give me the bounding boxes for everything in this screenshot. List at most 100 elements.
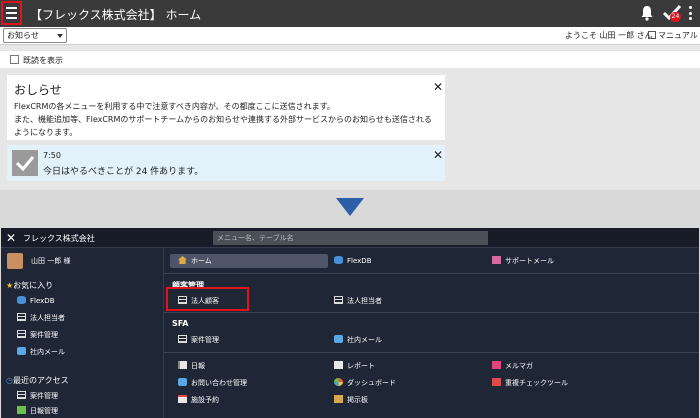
favorite-label: FlexDB (30, 297, 55, 305)
menu-item-label: 案件管理 (191, 336, 219, 344)
sub-toolbar: お知らせ ようこそ 山田 一郎 さん マニュアル (0, 27, 700, 45)
menu-search-input[interactable]: メニュー名、テーブル名 (213, 231, 488, 245)
arrow-down-icon (336, 198, 364, 216)
todo-time: 7:50 (43, 151, 61, 160)
menu-item-board[interactable]: 掲示板 (334, 393, 368, 407)
todo-message: 今日はやるべきことが 24 件あります。 (43, 167, 204, 177)
bell-icon[interactable] (640, 5, 654, 21)
menu-item-internal-mail[interactable]: 社内メール (334, 333, 382, 347)
app-bar: 【フレックス株式会社】 ホーム 24 (0, 0, 700, 27)
mail-icon (492, 256, 501, 264)
menu-item-label: FlexDB (347, 257, 372, 265)
menu-item-label: 社内メール (347, 336, 382, 344)
menu-close-icon[interactable]: ✕ (6, 231, 16, 245)
duplicate-check-icon (492, 378, 501, 386)
menu-item-label: 法人顧客 (191, 297, 219, 305)
notice-line-2: また、機能追加等、FlexCRMのサポートチームからのお知らせや連携する外部サー… (14, 115, 432, 137)
menu-divider (164, 273, 699, 274)
section-sfa-title: SFA (172, 319, 189, 328)
notice-line-1: FlexCRMの各メニューを利用する中で注意すべき内容が、その都度ここに送信され… (14, 102, 335, 111)
avatar (7, 253, 23, 269)
report-icon (17, 406, 26, 414)
menu-left-column: 山田 一郎 様 ★お気に入り FlexDB 法人担当者 案件管理 社内メール ◷… (1, 248, 164, 418)
menu-item-label: 掲示板 (347, 396, 368, 404)
notice-close-icon[interactable]: ✕ (433, 81, 443, 93)
menu-item-label: レポート (347, 362, 375, 370)
menu-item-label: 日報 (191, 362, 205, 370)
check-icon (12, 150, 38, 176)
menu-item-inquiry[interactable]: お問い合わせ管理 (178, 376, 247, 390)
favorite-item-flexdb[interactable]: FlexDB (1, 294, 164, 308)
bulletin-board-icon (334, 395, 343, 403)
database-icon (17, 296, 26, 304)
manual-label: マニュアル (658, 31, 698, 40)
menu-item-label: ダッシュボード (347, 379, 396, 387)
table-icon (17, 313, 26, 321)
menu-divider (164, 352, 699, 353)
report-icon (334, 361, 343, 369)
favorite-item-corp-contact[interactable]: 法人担当者 (1, 311, 164, 325)
todo-count-badge: 24 (670, 12, 681, 22)
notice-body: FlexCRMの各メニューを利用する中で注意すべき内容が、その都度ここに送信され… (14, 100, 434, 139)
read-toggle-bar: 既読を表示 (0, 51, 700, 68)
show-read-checkbox[interactable] (10, 55, 19, 64)
document-icon (178, 361, 187, 369)
clock-icon: ◷ (6, 376, 13, 385)
menu-item-support-mail[interactable]: サポートメール (492, 254, 554, 268)
favorites-title-label: お気に入り (13, 281, 54, 290)
menu-item-report[interactable]: レポート (334, 359, 375, 373)
menu-right-column: ホーム FlexDB サポートメール 顧客管理 法人顧客 法人担当者 SFA 案… (164, 248, 699, 418)
favorite-item-deals[interactable]: 案件管理 (1, 328, 164, 342)
menu-item-mail-magazine[interactable]: メルマガ (492, 359, 533, 373)
menu-item-label: ホーム (191, 257, 212, 265)
table-icon (17, 391, 26, 399)
favorite-label: 法人担当者 (30, 314, 65, 322)
menu-header: ✕ フレックス株式会社 メニュー名、テーブル名 (1, 228, 699, 248)
menu-item-facility[interactable]: 施設予約 (178, 393, 219, 407)
favorite-label: 案件管理 (30, 331, 58, 339)
menu-item-corp-contact[interactable]: 法人担当者 (334, 294, 382, 308)
home-screen: 【フレックス株式会社】 ホーム 24 お知らせ ようこそ 山田 一郎 さん マニ… (0, 0, 700, 190)
menu-item-duplicate-check[interactable]: 重複チェックツール (492, 376, 568, 390)
menu-item-label: サポートメール (505, 257, 554, 265)
table-icon (178, 296, 187, 304)
mail-icon (492, 361, 501, 369)
todo-card: 7:50 今日はやるべきことが 24 件あります。 ✕ (7, 145, 445, 181)
recent-label: 案件管理 (30, 392, 58, 400)
menu-company-name: フレックス株式会社 (23, 234, 95, 243)
manual-link[interactable]: マニュアル (648, 30, 698, 41)
section-customer-title: 顧客管理 (172, 281, 204, 290)
database-icon (334, 256, 343, 264)
global-menu: ✕ フレックス株式会社 メニュー名、テーブル名 山田 一郎 様 ★お気に入り F… (1, 228, 699, 418)
menu-item-label: 重複チェックツール (505, 379, 568, 387)
menu-item-home[interactable]: ホーム (170, 254, 328, 268)
kebab-icon[interactable] (688, 6, 692, 20)
page-title: 【フレックス株式会社】 ホーム (30, 8, 202, 22)
notice-filter-select[interactable]: お知らせ (3, 28, 67, 43)
notice-filter-value: お知らせ (7, 31, 39, 40)
hamburger-icon[interactable] (1, 1, 22, 25)
menu-item-dashboard[interactable]: ダッシュボード (334, 376, 396, 390)
menu-item-label: 施設予約 (191, 396, 219, 404)
table-icon (17, 330, 26, 338)
menu-item-flexdb[interactable]: FlexDB (334, 254, 372, 268)
recent-item-daily-report[interactable]: 日報管理 (1, 404, 164, 418)
menu-item-corp-client[interactable]: 法人顧客 (178, 294, 219, 308)
calendar-icon (178, 395, 187, 403)
welcome-text: ようこそ 山田 一郎 さん (565, 31, 653, 40)
chevron-down-icon (57, 34, 63, 38)
menu-item-daily-report[interactable]: 日報 (178, 359, 205, 373)
menu-item-deals[interactable]: 案件管理 (178, 333, 219, 347)
menu-item-label: メルマガ (505, 362, 533, 370)
chat-icon (17, 347, 26, 355)
show-read-label: 既読を表示 (23, 56, 63, 65)
recent-item-deals[interactable]: 案件管理 (1, 389, 164, 403)
home-icon (178, 256, 187, 264)
favorite-item-internal-mail[interactable]: 社内メール (1, 345, 164, 359)
transition-arrow-zone (0, 190, 700, 228)
favorite-label: 社内メール (30, 348, 65, 356)
favorites-title: ★お気に入り (6, 280, 53, 291)
chat-icon (178, 378, 187, 386)
todo-close-icon[interactable]: ✕ (433, 149, 443, 161)
pie-chart-icon (334, 378, 343, 386)
